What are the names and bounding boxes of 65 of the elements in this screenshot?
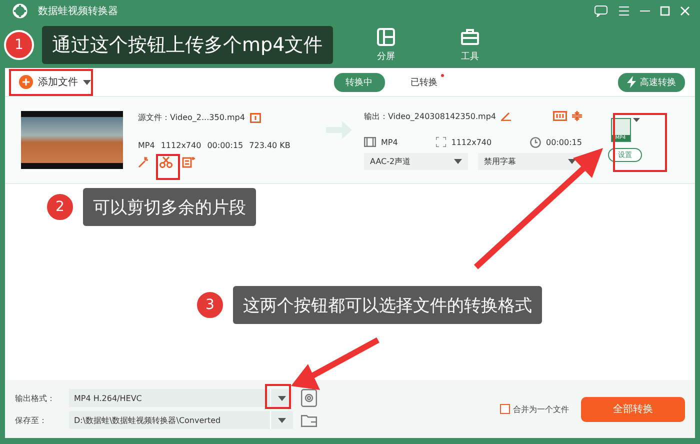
source-filename: 源文件：Video_2...350.mp4 xyxy=(138,112,245,123)
close-icon[interactable] xyxy=(680,6,690,16)
plus-icon xyxy=(19,75,33,89)
caret-icon xyxy=(454,158,462,164)
resize-icon xyxy=(436,137,446,147)
caret-icon xyxy=(83,80,91,84)
lightning-icon xyxy=(627,76,636,88)
caret-icon xyxy=(278,418,286,422)
magic-wand-icon[interactable] xyxy=(138,156,150,168)
subtitle-dropdown[interactable]: 禁用字幕 xyxy=(478,152,582,170)
step-number-badge: 1 xyxy=(4,30,34,60)
caret-icon xyxy=(632,118,640,122)
film-icon xyxy=(364,137,376,147)
field-label: 输出格式： xyxy=(15,392,56,404)
tab-label: 工具 xyxy=(461,50,479,63)
callout-text: 通过这个按钮上传多个mp4文件 xyxy=(42,26,333,64)
subtitle-edit-icon[interactable] xyxy=(182,156,196,168)
toolbox-icon xyxy=(460,27,480,47)
highlight-frame xyxy=(265,384,291,409)
nav-tab[interactable]: 分屏 xyxy=(344,22,428,68)
merge-icon[interactable] xyxy=(572,111,582,121)
info-icon xyxy=(250,112,261,122)
maximize-icon[interactable] xyxy=(660,6,670,16)
file-property: 1112x740 xyxy=(160,141,202,150)
format-settings-icon[interactable] xyxy=(301,389,317,407)
fast-convert-button[interactable]: 高速转换 xyxy=(618,72,685,92)
pencil-icon[interactable] xyxy=(501,111,511,121)
save-path-select[interactable]: D:\数据蛙\数据蛙视频转换器\Converted xyxy=(69,411,293,429)
callout-text: 可以剪切多余的片段 xyxy=(83,188,256,226)
folder-icon[interactable] xyxy=(301,413,317,427)
field-label: 保存至： xyxy=(15,414,48,426)
status-tab[interactable]: 已转换 xyxy=(398,72,450,92)
select-value: D:\数据蛙\数据蛙视频转换器\Converted xyxy=(73,414,222,426)
caret-icon xyxy=(568,158,576,164)
chat-icon[interactable] xyxy=(594,5,608,17)
menu-icon[interactable] xyxy=(618,6,630,16)
dropdown-value: 禁用字幕 xyxy=(484,156,516,166)
output-filename: 输出：Video_240308142350.mp4 xyxy=(364,110,496,122)
add-file-button[interactable]: 添加文件 xyxy=(15,73,95,91)
status-tab[interactable]: 转换中 xyxy=(334,72,384,92)
output-duration: 00:00:15 xyxy=(546,138,582,146)
app-logo-icon xyxy=(12,3,28,19)
checkbox-label: 合并为一个文件 xyxy=(513,404,569,414)
file-property: 00:00:15 xyxy=(207,141,244,150)
highlight-frame xyxy=(613,113,667,172)
output-format-select[interactable]: MP4 H.264/HEVC xyxy=(69,389,293,407)
scissors-icon[interactable] xyxy=(159,156,173,168)
clock-icon xyxy=(530,136,542,148)
dropdown-value: AAC-2声道 xyxy=(370,156,411,166)
highlight-frame xyxy=(156,154,180,180)
nav-tab[interactable]: 工具 xyxy=(428,22,512,68)
output-format: MP4 xyxy=(381,138,398,146)
tab-label: 分屏 xyxy=(377,50,395,63)
merge-checkbox[interactable]: 合并为一个文件 xyxy=(500,404,569,414)
callout-text: 这两个按钮都可以选择文件的转换格式 xyxy=(233,286,542,324)
audio-track-dropdown[interactable]: AAC-2声道 xyxy=(364,152,468,170)
select-value: MP4 H.264/HEVC xyxy=(73,394,143,402)
output-resolution: 1112x740 xyxy=(451,138,492,146)
file-property: MP4 xyxy=(138,141,155,150)
id3-tag-icon[interactable] xyxy=(553,111,567,121)
caret-icon xyxy=(278,396,286,400)
file-property: 723.40 KB xyxy=(249,141,290,150)
window-title: 数据蛙视频转换器 xyxy=(38,4,118,18)
checkbox[interactable] xyxy=(500,404,510,414)
split-screen-icon xyxy=(376,27,396,47)
